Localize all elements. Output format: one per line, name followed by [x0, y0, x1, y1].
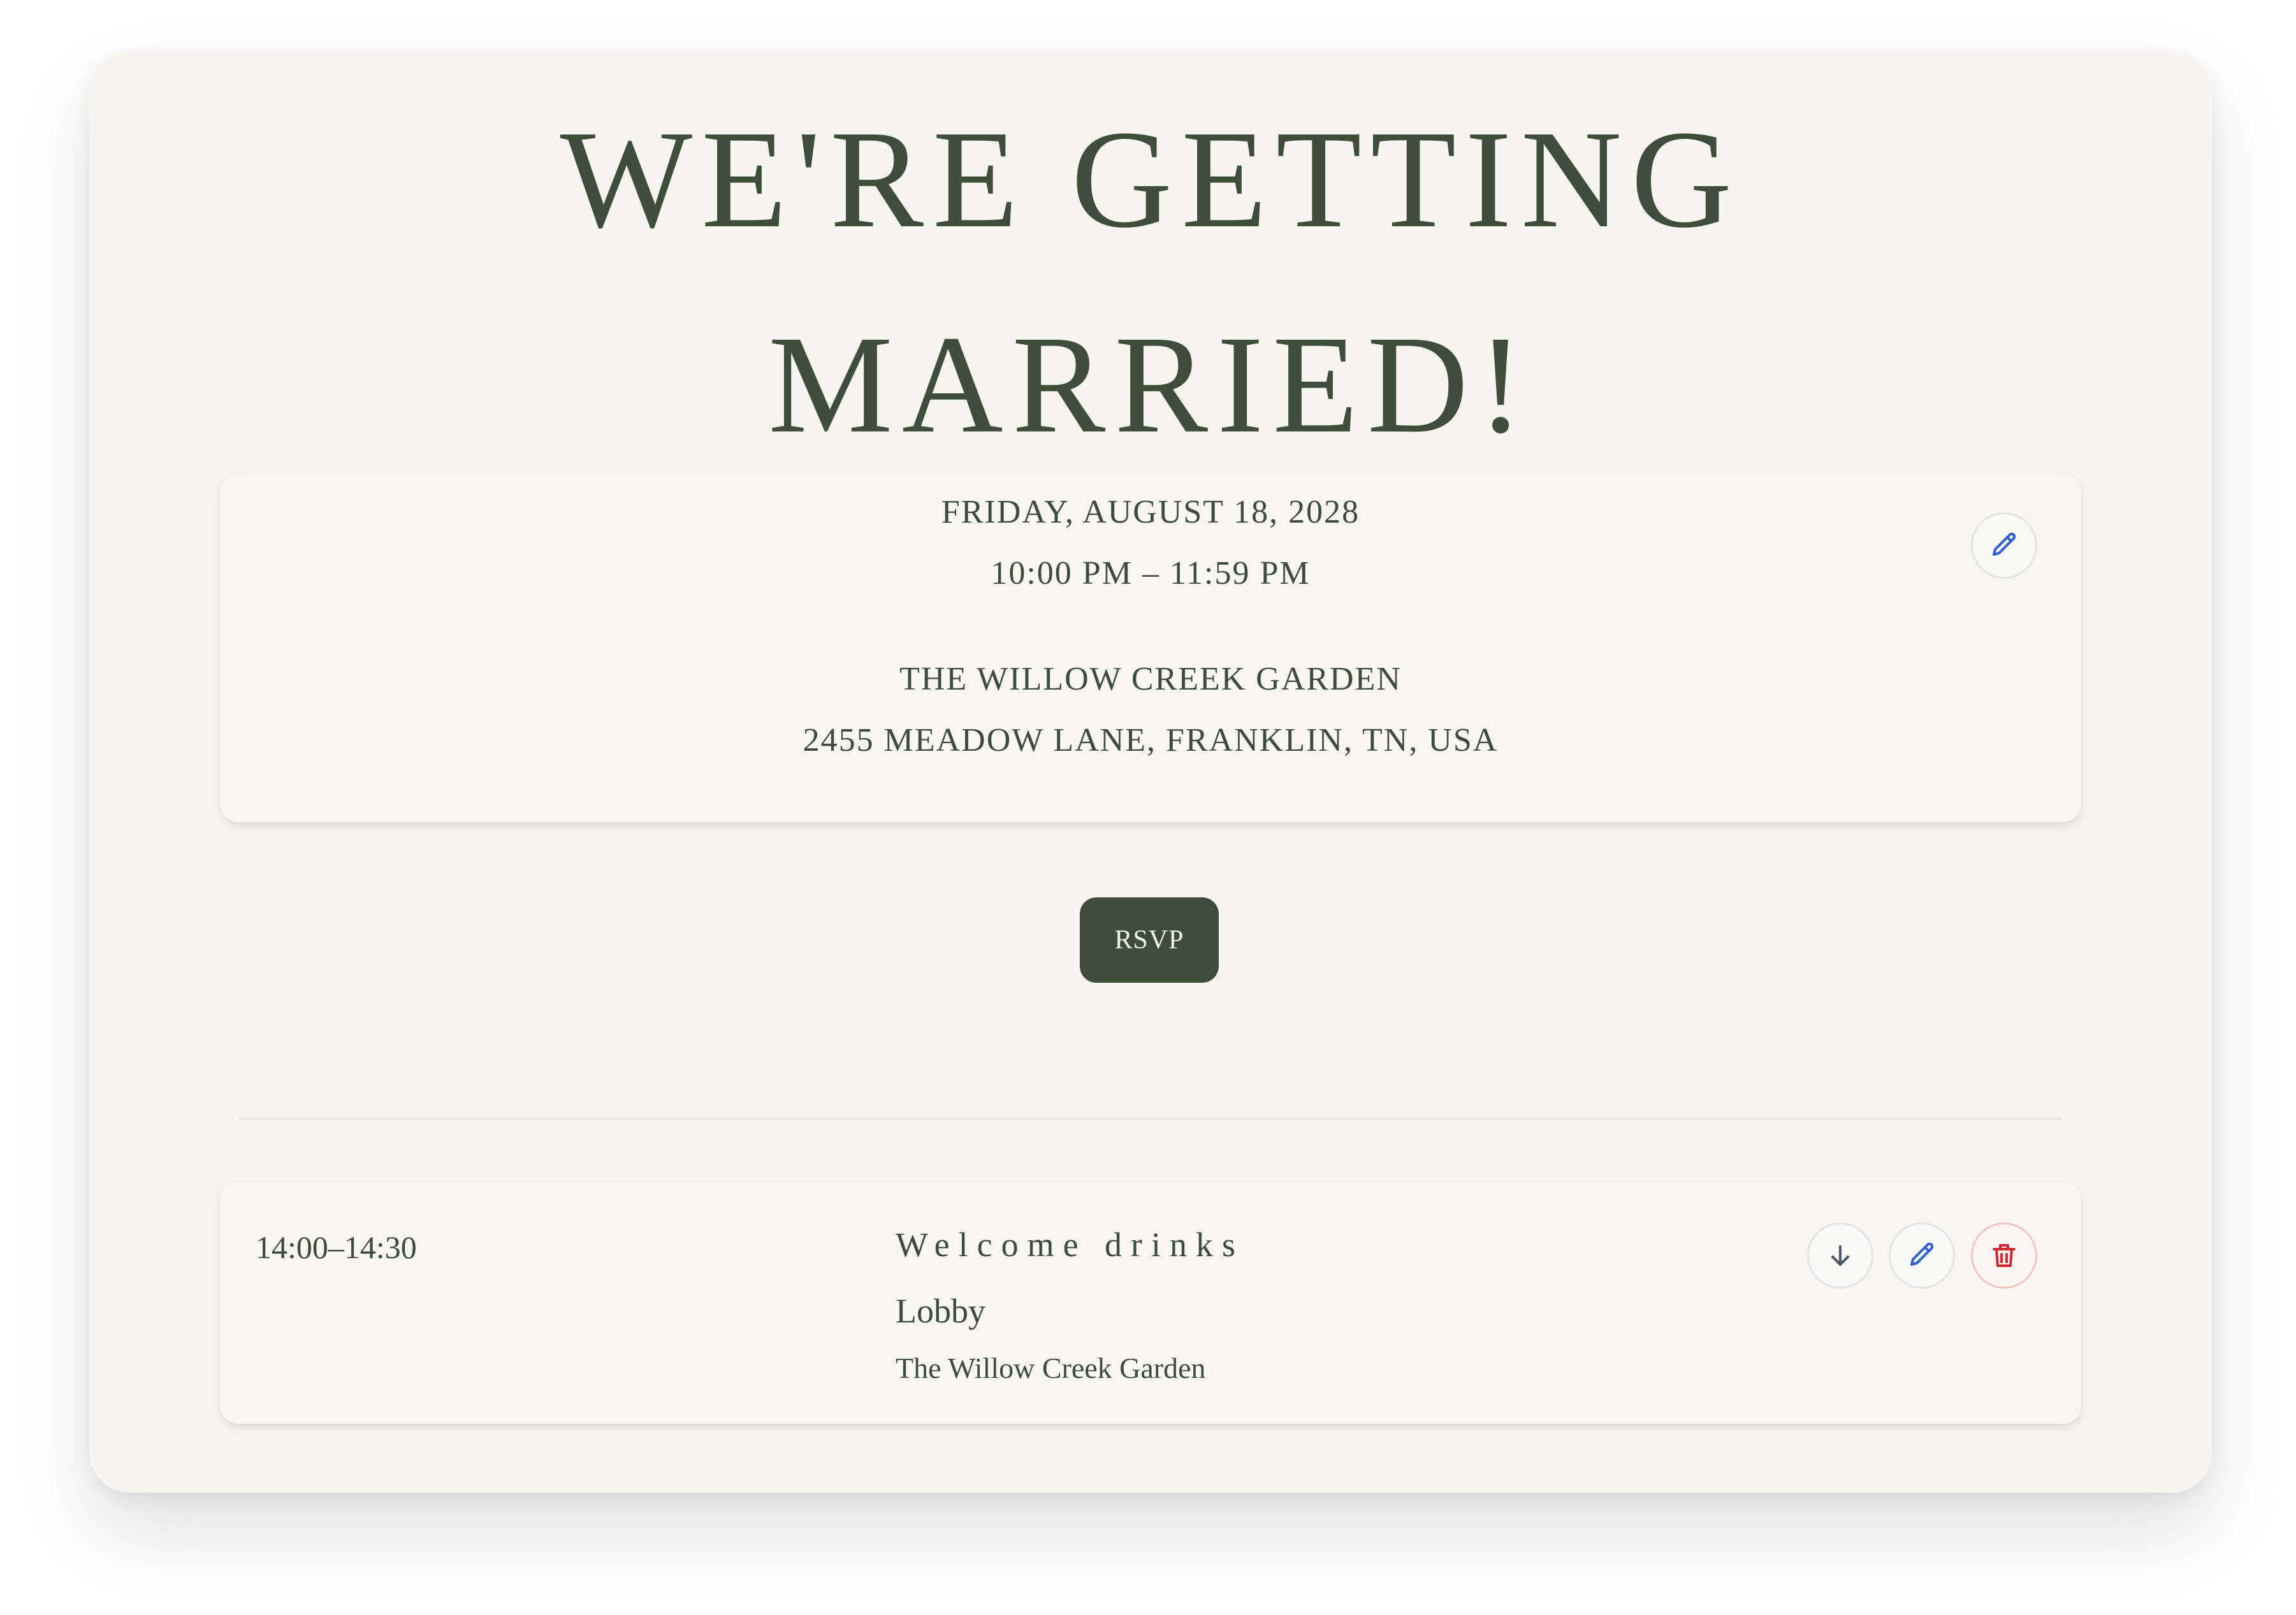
schedule-item-time: 14:00–14:30 — [256, 1229, 417, 1265]
section-divider — [238, 1118, 2063, 1120]
schedule-item-name: Welcome drinks — [896, 1226, 1245, 1264]
pencil-icon — [1993, 532, 2016, 556]
arrow-down-icon — [1831, 1245, 1849, 1266]
title-line-1: WE'RE GETTING — [560, 101, 1741, 257]
trash-icon — [1993, 1244, 2016, 1267]
schedule-item: 14:00–14:30 Welcome drinks Lobby The Wil… — [220, 1182, 2081, 1424]
delete-schedule-item-button[interactable] — [1971, 1222, 2037, 1289]
rsvp-button[interactable]: RSVP — [1080, 897, 1219, 983]
title-line-2: MARRIED! — [768, 307, 1533, 462]
event-details-panel: FRIDAY, AUGUST 18, 2028 10:00 PM – 11:59… — [220, 474, 2081, 822]
event-venue: THE WILLOW CREEK GARDEN — [899, 661, 1402, 697]
schedule-item-venue: The Willow Creek Garden — [896, 1352, 1206, 1384]
edit-details-button[interactable] — [1971, 512, 2037, 579]
event-date: FRIDAY, AUGUST 18, 2028 — [941, 494, 1360, 530]
pencil-icon — [1910, 1242, 1934, 1266]
page-title: WE'RE GETTING MARRIED! — [89, 76, 2212, 487]
edit-schedule-item-button[interactable] — [1889, 1222, 1955, 1289]
schedule-item-location: Lobby — [896, 1292, 985, 1330]
event-address: 2455 MEADOW LANE, FRANKLIN, TN, USA — [803, 722, 1499, 758]
move-down-button[interactable] — [1807, 1222, 1873, 1289]
event-time: 10:00 PM – 11:59 PM — [991, 555, 1311, 591]
invitation-card: WE'RE GETTING MARRIED! FRIDAY, AUGUST 18… — [89, 51, 2212, 1493]
